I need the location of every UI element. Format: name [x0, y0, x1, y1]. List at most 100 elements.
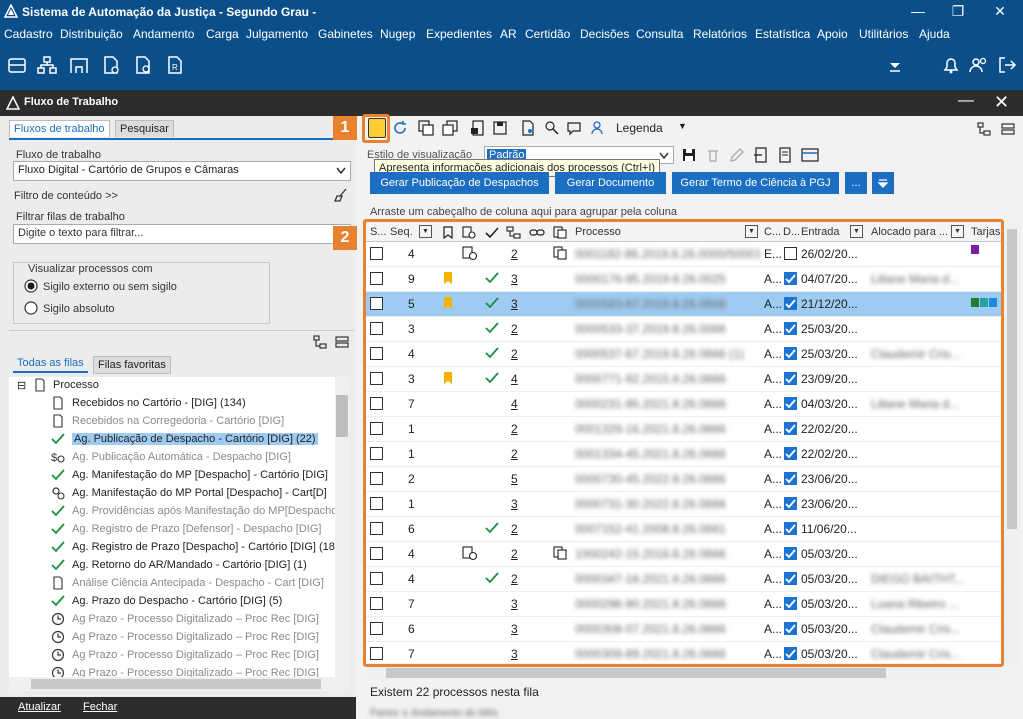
- tree-expand-icon[interactable]: [312, 334, 328, 350]
- menu-distribuicao[interactable]: Distribuição: [60, 27, 123, 41]
- radio-sigilo-absoluto[interactable]: [24, 301, 38, 315]
- grid-vscrollbar[interactable]: [1004, 223, 1020, 663]
- grid-vscroll-thumb[interactable]: [1007, 229, 1017, 529]
- save-doc-icon[interactable]: [492, 120, 508, 136]
- search-user-icon[interactable]: [544, 120, 560, 136]
- dropdown-button[interactable]: [872, 172, 894, 194]
- building-icon[interactable]: [68, 54, 90, 76]
- fluxo-select[interactable]: Fluxo Digital - Cartório de Grupos e Câm…: [13, 161, 351, 181]
- tree-collapse-icon[interactable]: [334, 334, 350, 350]
- more-button[interactable]: ...: [845, 172, 867, 194]
- grid-hscrollbar[interactable]: [366, 666, 1002, 680]
- menu-utilitarios[interactable]: Utilitários: [859, 27, 908, 41]
- tree-item[interactable]: Recebidos no Cartório - [DIG] (134): [9, 395, 335, 413]
- menu-cadastro[interactable]: Cadastro: [4, 27, 53, 41]
- menu-gabinetes[interactable]: Gabinetes: [318, 27, 373, 41]
- user-doc-icon[interactable]: [520, 120, 536, 136]
- filtrar-input[interactable]: Digite o texto para filtrar...: [13, 224, 351, 244]
- copy-in-icon[interactable]: [418, 120, 434, 136]
- tree-item[interactable]: Ag. Providências após Manifestação do MP…: [9, 503, 340, 521]
- clock-icon: [51, 648, 65, 662]
- menu-certidao[interactable]: Certidão: [525, 27, 570, 41]
- save-icon[interactable]: [681, 147, 697, 163]
- tree-hscroll-thumb[interactable]: [31, 679, 321, 689]
- tree-item[interactable]: Ag Prazo - Processo Digitalizado – Proc …: [9, 647, 335, 665]
- minimize-button[interactable]: —: [898, 0, 938, 24]
- atualizar-button[interactable]: Atualizar: [18, 701, 61, 713]
- org-chart-icon[interactable]: [36, 54, 58, 76]
- message-icon[interactable]: [566, 120, 582, 136]
- fechar-button[interactable]: Fechar: [83, 701, 117, 713]
- tree-expand-icon[interactable]: [976, 121, 992, 137]
- inbox-icon[interactable]: [6, 54, 28, 76]
- menu-apoio[interactable]: Apoio: [817, 27, 848, 41]
- menu-consulta[interactable]: Consulta: [636, 27, 683, 41]
- menu-decisoes[interactable]: Decisões: [580, 27, 629, 41]
- users-icon[interactable]: [968, 54, 990, 76]
- tree-item[interactable]: Ag. Registro de Prazo [Defensor] - Despa…: [9, 521, 335, 539]
- clock-icon: [51, 666, 65, 677]
- tree-item[interactable]: Ag. Registro de Prazo [Despacho] - Cartó…: [9, 539, 335, 557]
- menu-carga[interactable]: Carga: [206, 27, 239, 41]
- document-r-icon[interactable]: R: [164, 54, 186, 76]
- legenda-chevron-icon[interactable]: ▼: [678, 121, 687, 131]
- bell-icon[interactable]: [940, 54, 962, 76]
- menu-julgamento[interactable]: Julgamento: [246, 27, 308, 41]
- export-icon[interactable]: [753, 147, 769, 163]
- tab-pesquisar[interactable]: Pesquisar: [115, 120, 174, 137]
- pencil-icon[interactable]: [729, 147, 745, 163]
- layout-icon[interactable]: [801, 147, 819, 163]
- broom-icon[interactable]: [334, 188, 348, 202]
- filtro-conteudo-link[interactable]: Filtro de conteúdo >>: [14, 190, 118, 202]
- menu-ajuda[interactable]: Ajuda: [919, 27, 950, 41]
- tree-item[interactable]: Ag. Manifestação do MP [Despacho] - Cart…: [9, 467, 335, 485]
- close-window-button[interactable]: ✕: [980, 0, 1020, 24]
- menu-nugep[interactable]: Nugep: [380, 27, 415, 41]
- tab-filas-favoritas[interactable]: Filas favoritas: [93, 356, 171, 374]
- tree-item[interactable]: $ Ag. Publicação Automática - Despacho [D…: [9, 449, 335, 467]
- menu-relatorios[interactable]: Relatórios: [693, 27, 747, 41]
- restore-button[interactable]: ❐: [938, 0, 978, 24]
- copy-out-icon[interactable]: [442, 120, 458, 136]
- collapse-toggle-icon[interactable]: ⊟: [17, 379, 26, 392]
- trash-icon[interactable]: [705, 147, 721, 163]
- tree-item[interactable]: Ag. Prazo do Despacho - Cartório [DIG] (…: [9, 593, 335, 611]
- user-plus-icon[interactable]: [590, 120, 606, 136]
- tree-collapse-icon[interactable]: [1000, 121, 1016, 137]
- radio-sigilo-externo[interactable]: [24, 279, 38, 293]
- tree-item[interactable]: Ag. Publicação de Despacho - Cartório [D…: [9, 431, 335, 449]
- tab-todas-filas[interactable]: Todas as filas: [13, 355, 88, 373]
- tree-item[interactable]: Ag Prazo - Processo Digitalizado – Proc …: [9, 665, 335, 677]
- tree-item-label: Ag Prazo - Processo Digitalizado – Proc …: [72, 667, 319, 677]
- dropdown-arrow-icon[interactable]: [884, 54, 906, 76]
- bottom-hint: Partes ∨ Andamento do Mês: [370, 708, 498, 719]
- tree-item[interactable]: Recebidos na Corregedoria - Cartório [DI…: [9, 413, 335, 431]
- logout-icon[interactable]: [996, 54, 1018, 76]
- gerar-documento-button[interactable]: Gerar Documento: [555, 172, 666, 194]
- lock-doc-icon[interactable]: [470, 120, 486, 136]
- legenda-dropdown[interactable]: Legenda: [616, 121, 663, 135]
- menu-andamento[interactable]: Andamento: [133, 27, 194, 41]
- check-icon: [51, 595, 65, 607]
- document-clock-icon[interactable]: [132, 54, 154, 76]
- document-gear-icon[interactable]: [100, 54, 122, 76]
- gerar-publicacao-button[interactable]: Gerar Publicação de Despachos: [370, 172, 549, 194]
- gerar-termo-button[interactable]: Gerar Termo de Ciência à PGJ: [672, 172, 839, 194]
- grid-hscroll-thumb[interactable]: [386, 668, 886, 678]
- menu-expedientes[interactable]: Expedientes: [426, 27, 492, 41]
- tree-item[interactable]: Análise Ciência Antecipada - Despacho - …: [9, 575, 335, 593]
- tab-fluxos[interactable]: Fluxos de trabalho: [9, 120, 110, 137]
- tree-item[interactable]: Ag. Retorno do AR/Mandado - Cartório [DI…: [9, 557, 335, 575]
- tree-item[interactable]: Ag Prazo - Processo Digitalizado – Proc …: [9, 629, 335, 647]
- panel-minimize-button[interactable]: —: [958, 92, 974, 110]
- report-icon[interactable]: [777, 147, 793, 163]
- menu-estatistica[interactable]: Estatística: [755, 27, 810, 41]
- tree-hscrollbar[interactable]: [9, 677, 349, 691]
- tree-item[interactable]: Ag. Manifestação do MP Portal [Despacho]…: [9, 485, 335, 503]
- divider: [9, 330, 354, 331]
- tree-scroll-thumb[interactable]: [336, 395, 348, 437]
- tree-item[interactable]: Ag Prazo - Processo Digitalizado – Proc …: [9, 611, 335, 629]
- menu-ar[interactable]: AR: [500, 27, 517, 41]
- refresh-icon[interactable]: [392, 120, 408, 136]
- panel-close-button[interactable]: ✕: [994, 92, 1009, 113]
